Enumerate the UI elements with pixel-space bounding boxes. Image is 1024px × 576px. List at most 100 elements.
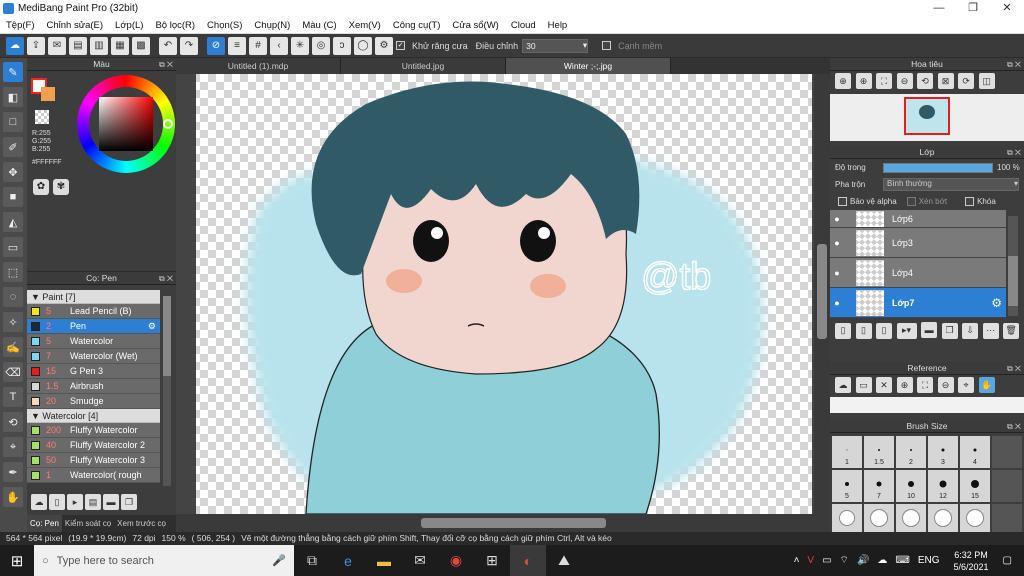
- chrome-icon[interactable]: ◉: [438, 545, 474, 576]
- mail-icon[interactable]: ✉: [402, 545, 438, 576]
- menu-window[interactable]: Cửa sổ(W): [446, 20, 504, 31]
- menu-file[interactable]: Tệp(F): [0, 20, 41, 31]
- brush-size-cell[interactable]: 12: [928, 470, 958, 502]
- smooth-edge-checkbox[interactable]: [602, 41, 612, 50]
- opacity-slider[interactable]: [883, 162, 993, 173]
- new-layer-more-icon[interactable]: ▯: [876, 322, 893, 339]
- panel-controls-icon[interactable]: ⧉ ✕: [1007, 146, 1021, 159]
- antivirus-icon[interactable]: V: [807, 555, 814, 566]
- protect-alpha-checkbox[interactable]: [838, 197, 847, 206]
- minimize-button[interactable]: —: [922, 0, 956, 17]
- brush-item[interactable]: 5 Watercolor: [27, 334, 160, 349]
- zoom-in-alt-icon[interactable]: ⊕: [855, 73, 872, 89]
- doc-tab[interactable]: Untitled.jpg: [341, 58, 506, 74]
- windows-start-icon[interactable]: ⊞: [0, 545, 34, 576]
- bucket-tool-icon[interactable]: ◭: [3, 212, 23, 232]
- brush-item-selected[interactable]: 2 Pen ⚙: [27, 319, 160, 334]
- message-icon[interactable]: ▤: [69, 36, 87, 55]
- brush-size-cell[interactable]: 15: [960, 470, 990, 502]
- canvas-hscroll-thumb[interactable]: [421, 518, 606, 528]
- zoom-in-icon[interactable]: ⊕: [835, 73, 851, 89]
- eyedropper-icon[interactable]: ⌖: [958, 377, 975, 393]
- panel-controls-icon[interactable]: ⧉ ✕: [1007, 58, 1021, 71]
- photos-icon[interactable]: ⛰: [546, 545, 582, 576]
- cloud-icon[interactable]: ☁: [6, 36, 24, 55]
- brush-item[interactable]: 50 Fluffy Watercolor 3: [27, 453, 160, 468]
- brush-item[interactable]: 5 Lead Pencil (B): [27, 304, 160, 319]
- snap-off-icon[interactable]: ⊘: [207, 36, 225, 55]
- fill-rect-tool-icon[interactable]: ■: [3, 187, 23, 207]
- drawing-canvas[interactable]: @tb: [176, 74, 830, 532]
- doc-tab[interactable]: Untitled (1).mdp: [176, 58, 341, 74]
- layer-row-selected[interactable]: ● Lớp7 ⚙: [830, 288, 1006, 318]
- network-icon[interactable]: ⌔: [840, 554, 849, 567]
- store-icon[interactable]: ⊞: [474, 545, 510, 576]
- blend-select[interactable]: Bình thường ▾: [883, 178, 1019, 191]
- brush-size-scroll[interactable]: [992, 470, 1022, 502]
- layer-row[interactable]: ● Lớp6: [830, 210, 1006, 228]
- merge-icon[interactable]: ⇩: [962, 322, 979, 339]
- reference-view[interactable]: [830, 397, 1024, 413]
- new-layer-icon[interactable]: ▯: [835, 322, 851, 339]
- hand-icon[interactable]: ✋: [978, 377, 995, 393]
- antialias-checkbox[interactable]: ✓: [396, 41, 405, 50]
- folder-icon[interactable]: ▬: [921, 322, 938, 338]
- fit-icon[interactable]: ⛶: [917, 377, 934, 393]
- divide-tool-icon[interactable]: ⟲: [3, 412, 23, 432]
- panel-controls-icon[interactable]: ⧉ ✕: [1007, 420, 1021, 433]
- task-view-icon[interactable]: ⧉: [294, 545, 330, 576]
- saturation-value-square[interactable]: [99, 97, 153, 151]
- zoom-out-icon[interactable]: ⊖: [937, 377, 954, 393]
- close-button[interactable]: ✕: [990, 0, 1024, 17]
- brush-item[interactable]: 1 Watercolor( rough: [27, 468, 160, 483]
- background-color-swatch[interactable]: [41, 87, 55, 101]
- select-pen-icon[interactable]: ✍: [3, 337, 23, 357]
- tab-brush-control[interactable]: Kiểm soát cọ: [62, 515, 114, 532]
- lock-checkbox[interactable]: [965, 197, 975, 206]
- layer-row[interactable]: ● Lớp4: [830, 258, 1006, 288]
- new-layer-alt-icon[interactable]: ▯: [855, 322, 872, 339]
- clipping-checkbox[interactable]: [906, 197, 916, 206]
- panel-controls-icon[interactable]: ⧉ ✕: [159, 58, 173, 71]
- brush-item[interactable]: 40 Fluffy Watercolor 2: [27, 438, 160, 453]
- notification-icon[interactable]: ▢: [1003, 555, 1012, 566]
- volume-icon[interactable]: 🔊: [857, 555, 869, 566]
- brush-size-cell[interactable]: 1.5: [864, 436, 894, 468]
- clock[interactable]: 6:32 PM 5/6/2021: [954, 549, 989, 573]
- dot-tool-icon[interactable]: ✐: [3, 137, 23, 157]
- cloud-brush-icon[interactable]: ☁: [31, 494, 47, 510]
- canvas-area[interactable]: @tb: [176, 74, 830, 532]
- snap-ellipse-icon[interactable]: ◯: [354, 36, 372, 55]
- medibang-icon[interactable]: ◐: [510, 545, 546, 576]
- onedrive-icon[interactable]: ☁: [877, 555, 887, 566]
- brush-item[interactable]: 200 Fluffy Watercolor: [27, 423, 160, 438]
- brush-size-cell[interactable]: 4: [960, 436, 990, 468]
- select-eraser-icon[interactable]: ⌫: [3, 362, 23, 382]
- redo-icon[interactable]: ↷: [180, 36, 198, 55]
- snap-curve-icon[interactable]: ↄ: [333, 36, 351, 55]
- navigator-preview[interactable]: [830, 94, 1024, 141]
- hue-wheel[interactable]: [77, 75, 175, 173]
- eraser-tool-icon[interactable]: ◧: [3, 87, 23, 107]
- flip-icon[interactable]: ◫: [978, 73, 995, 89]
- tab-brush[interactable]: Cọ: Pen: [27, 515, 62, 532]
- brush-size-cell[interactable]: 10: [896, 470, 926, 502]
- new-brush-icon[interactable]: ▯: [49, 494, 65, 510]
- reset-rotate-icon[interactable]: ⊠: [937, 73, 954, 89]
- undo-icon[interactable]: ↶: [159, 36, 177, 55]
- panel-controls-icon[interactable]: ⧉ ✕: [1007, 362, 1021, 375]
- delete-icon[interactable]: 🗑: [1003, 322, 1020, 339]
- hand-tool-icon[interactable]: ✋: [3, 487, 23, 507]
- zoom-in-icon[interactable]: ⊕: [896, 377, 913, 393]
- chevron-up-icon[interactable]: ˄: [794, 555, 800, 566]
- brush-size-cell[interactable]: 3: [928, 436, 958, 468]
- brush-item[interactable]: 7 Watercolor (Wet): [27, 349, 160, 364]
- menu-color[interactable]: Màu (C): [296, 20, 342, 31]
- zoom-out-icon[interactable]: ⊖: [896, 73, 913, 89]
- rectangle-tool-icon[interactable]: □: [3, 112, 23, 132]
- panel-controls-icon[interactable]: ⧉ ✕: [159, 272, 173, 285]
- snap-vanishing-icon[interactable]: ‹: [270, 36, 288, 55]
- snap-circle-icon[interactable]: ◎: [312, 36, 330, 55]
- brush-size-cell[interactable]: 1: [832, 436, 862, 468]
- grid-icon[interactable]: ▩: [132, 36, 150, 55]
